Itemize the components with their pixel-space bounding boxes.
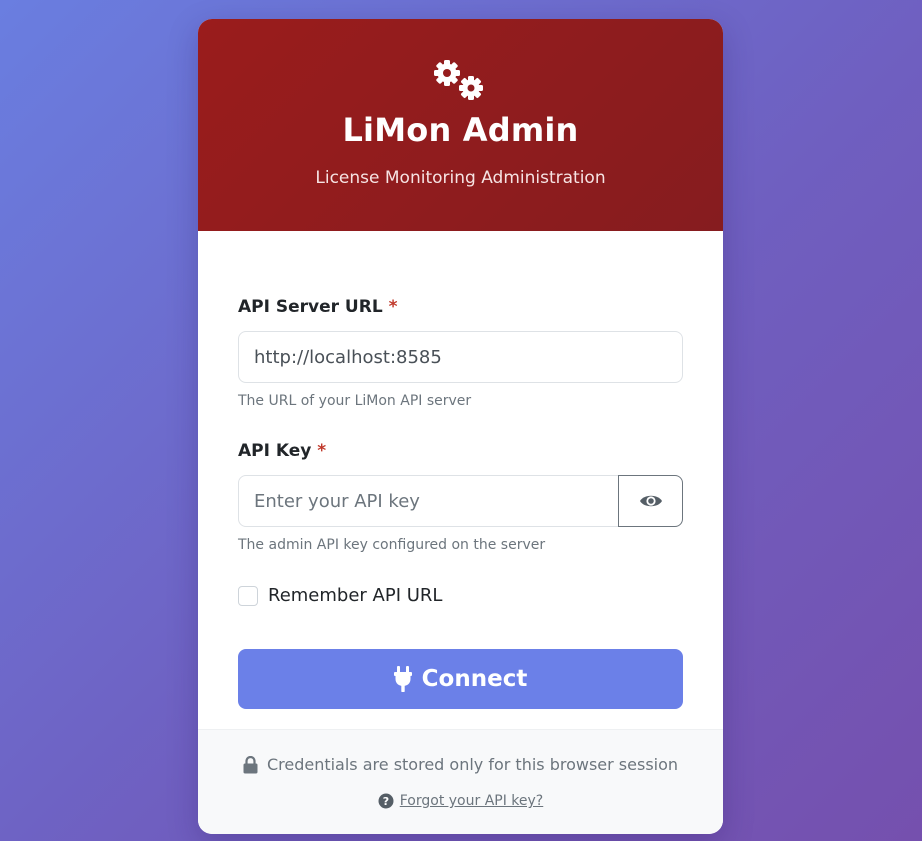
login-card: LiMon Admin License Monitoring Administr… — [198, 19, 723, 834]
card-footer: Credentials are stored only for this bro… — [198, 729, 723, 834]
api-key-help: The admin API key configured on the serv… — [238, 537, 546, 553]
api-key-label-text: API Key — [238, 441, 312, 461]
remember-checkbox[interactable] — [238, 585, 258, 606]
toggle-api-key-visibility-button[interactable] — [618, 475, 683, 527]
api-url-help: The URL of your LiMon API server — [238, 393, 472, 409]
required-mark: * — [388, 297, 398, 317]
api-url-label-text: API Server URL — [238, 297, 383, 317]
connect-button[interactable]: Connect — [238, 649, 683, 709]
remember-row[interactable]: Remember API URL — [238, 585, 442, 606]
session-note: Credentials are stored only for this bro… — [198, 755, 723, 774]
app-subtitle: License Monitoring Administration — [315, 168, 606, 188]
app-title: LiMon Admin — [342, 111, 579, 149]
required-mark: * — [317, 441, 327, 461]
forgot-api-key-link[interactable]: Forgot your API key? — [400, 793, 544, 809]
lock-icon — [243, 755, 258, 774]
forgot-row: ? Forgot your API key? — [198, 793, 723, 809]
plug-icon — [393, 666, 412, 692]
api-key-input[interactable] — [238, 475, 619, 527]
remember-label[interactable]: Remember API URL — [268, 585, 442, 606]
gears-icon — [434, 60, 483, 100]
api-url-label: API Server URL * — [238, 297, 397, 317]
api-key-label: API Key * — [238, 441, 326, 461]
card-header: LiMon Admin License Monitoring Administr… — [198, 19, 723, 231]
session-note-text: Credentials are stored only for this bro… — [266, 755, 679, 774]
api-url-input[interactable] — [238, 331, 683, 383]
eye-icon — [639, 495, 662, 507]
svg-text:?: ? — [383, 795, 389, 808]
question-circle-icon: ? — [378, 793, 394, 809]
connect-button-label: Connect — [421, 666, 528, 692]
